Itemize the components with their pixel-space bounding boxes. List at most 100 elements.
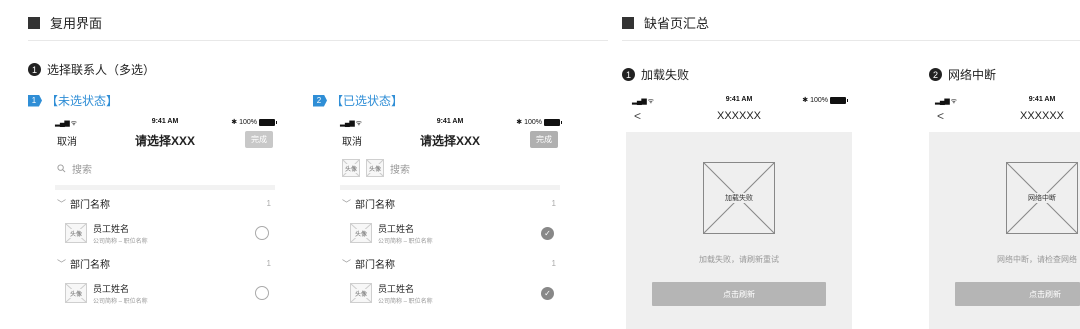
section-divider bbox=[28, 40, 608, 41]
status-bar: ▂▄▆ ᯤ 9:41 AM bbox=[935, 95, 1080, 107]
phone-unselected: ▂▄▆ ᯤ 9:41 AM ✱ 100% 取消 请选择XXX 完成 搜索 ﹀ 部… bbox=[55, 117, 277, 329]
group-row[interactable]: ﹀ 部门名称 1 bbox=[340, 250, 560, 276]
refresh-button[interactable]: 点击刷新 bbox=[955, 282, 1080, 306]
check-icon[interactable]: ✓ bbox=[541, 226, 554, 240]
battery-status: ✱ 100% bbox=[231, 118, 277, 126]
avatar: 头像 bbox=[350, 283, 372, 303]
state-label-selected: 2 【已选状态】 bbox=[313, 92, 403, 109]
cancel-button[interactable]: 取消 bbox=[342, 133, 362, 148]
selected-avatar-chip[interactable]: 头像 bbox=[342, 159, 360, 177]
group-name: 部门名称 bbox=[355, 199, 396, 211]
search-icon bbox=[57, 163, 66, 172]
status-bar: ▂▄▆ ᯤ 9:41 AM ✱ 100% bbox=[632, 95, 848, 107]
state-number: 2 bbox=[313, 94, 327, 107]
section-marker bbox=[622, 16, 634, 29]
avatar: 头像 bbox=[65, 223, 87, 243]
employee-subtitle: 公司简称 – 职位名称 bbox=[378, 238, 433, 245]
nav-title: 请选择XXX bbox=[134, 134, 196, 148]
done-button[interactable]: 完成 bbox=[245, 131, 273, 148]
nav-title: 请选择XXX bbox=[419, 134, 481, 148]
default-title: 加载失败 bbox=[641, 68, 690, 82]
step-title: 选择联系人（多选） bbox=[47, 63, 156, 77]
section-reuse-title: 复用界面 bbox=[50, 16, 103, 31]
error-illustration-label: 加载失败 bbox=[723, 193, 755, 203]
selected-avatar-chip[interactable]: 头像 bbox=[366, 159, 384, 177]
employee-name: 员工姓名 bbox=[93, 283, 130, 294]
nav-title: XXXXXX bbox=[1019, 110, 1065, 122]
select-radio[interactable] bbox=[255, 226, 269, 240]
step-number: 2 bbox=[929, 68, 942, 81]
back-arrow-icon[interactable]: < bbox=[937, 109, 944, 123]
avatar: 头像 bbox=[350, 223, 372, 243]
default-heading-load-failed: 1 加载失败 bbox=[622, 66, 689, 83]
employee-name: 员工姓名 bbox=[378, 223, 415, 234]
status-time: 9:41 AM bbox=[151, 118, 179, 125]
section-marker bbox=[28, 16, 40, 29]
error-illustration: 加载失败 bbox=[703, 162, 775, 234]
signal-icon: ▂▄▆ ᯤ bbox=[340, 120, 362, 127]
status-bar: ▂▄▆ ᯤ 9:41 AM ✱ 100% bbox=[340, 117, 562, 129]
search-placeholder: 搜索 bbox=[72, 164, 92, 176]
chevron-down-icon: ﹀ bbox=[342, 258, 352, 269]
error-illustration-label: 网络中断 bbox=[1026, 193, 1058, 203]
nav-bar: < XXXXXX bbox=[626, 107, 852, 129]
default-title: 网络中断 bbox=[948, 68, 997, 82]
nav-bar: 取消 请选择XXX 完成 bbox=[55, 129, 275, 151]
section-reuse-header: 复用界面 bbox=[28, 13, 102, 32]
section-defaults-title: 缺省页汇总 bbox=[644, 16, 710, 31]
chevron-down-icon: ﹀ bbox=[57, 198, 67, 209]
done-button[interactable]: 完成 bbox=[530, 131, 558, 148]
avatar: 头像 bbox=[65, 283, 87, 303]
error-message: 加载失败，请刷新重试 bbox=[699, 255, 779, 264]
step-number: 1 bbox=[28, 63, 41, 76]
battery-icon bbox=[259, 118, 277, 126]
group-count: 1 bbox=[266, 258, 271, 268]
error-message: 网络中断，请检查网络 bbox=[997, 255, 1077, 264]
employee-row[interactable]: 头像 员工姓名 公司简称 – 职位名称 bbox=[55, 216, 275, 250]
select-radio[interactable] bbox=[255, 286, 269, 300]
check-icon[interactable]: ✓ bbox=[541, 286, 554, 300]
section-defaults-header: 缺省页汇总 bbox=[622, 13, 709, 32]
status-time: 9:41 AM bbox=[725, 96, 753, 103]
section-divider bbox=[622, 40, 1080, 41]
employee-row[interactable]: 头像 员工姓名 公司简称 – 职位名称 ✓ bbox=[340, 216, 560, 250]
nav-title: XXXXXX bbox=[716, 110, 762, 122]
employee-subtitle: 公司简称 – 职位名称 bbox=[93, 298, 148, 305]
state-label-unselected: 1 【未选状态】 bbox=[28, 92, 118, 109]
search-input[interactable]: 搜索 bbox=[55, 151, 275, 185]
signal-icon: ▂▄▆ ᯤ bbox=[632, 98, 654, 105]
back-arrow-icon[interactable]: < bbox=[634, 109, 641, 123]
state-title: 【未选状态】 bbox=[46, 94, 119, 108]
search-placeholder: 搜索 bbox=[390, 164, 410, 176]
group-name: 部门名称 bbox=[70, 259, 111, 271]
error-illustration: 网络中断 bbox=[1006, 162, 1078, 234]
group-count: 1 bbox=[266, 198, 271, 208]
chevron-down-icon: ﹀ bbox=[342, 198, 352, 209]
employee-name: 员工姓名 bbox=[93, 223, 130, 234]
group-row[interactable]: ﹀ 部门名称 1 bbox=[55, 190, 275, 216]
group-row[interactable]: ﹀ 部门名称 1 bbox=[55, 250, 275, 276]
signal-icon: ▂▄▆ ᯤ bbox=[55, 120, 77, 127]
status-bar: ▂▄▆ ᯤ 9:41 AM ✱ 100% bbox=[55, 117, 277, 129]
step-heading: 1 选择联系人（多选） bbox=[28, 61, 155, 78]
default-heading-network-error: 2 网络中断 bbox=[929, 66, 996, 83]
signal-icon: ▂▄▆ ᯤ bbox=[935, 98, 957, 105]
status-time: 9:41 AM bbox=[436, 118, 464, 125]
status-time: 9:41 AM bbox=[1028, 96, 1056, 103]
employee-row[interactable]: 头像 员工姓名 公司简称 – 职位名称 ✓ bbox=[340, 276, 560, 310]
employee-row[interactable]: 头像 员工姓名 公司简称 – 职位名称 bbox=[55, 276, 275, 310]
search-input[interactable]: 头像 头像 搜索 bbox=[340, 151, 560, 185]
battery-status: ✱ 100% bbox=[516, 118, 562, 126]
group-row[interactable]: ﹀ 部门名称 1 bbox=[340, 190, 560, 216]
chevron-down-icon: ﹀ bbox=[57, 258, 67, 269]
battery-icon bbox=[544, 118, 562, 126]
employee-subtitle: 公司简称 – 职位名称 bbox=[378, 298, 433, 305]
group-count: 1 bbox=[551, 258, 556, 268]
employee-name: 员工姓名 bbox=[378, 283, 415, 294]
group-name: 部门名称 bbox=[70, 199, 111, 211]
group-count: 1 bbox=[551, 198, 556, 208]
state-title: 【已选状态】 bbox=[331, 94, 404, 108]
battery-status: ✱ 100% bbox=[802, 96, 848, 104]
refresh-button[interactable]: 点击刷新 bbox=[652, 282, 826, 306]
cancel-button[interactable]: 取消 bbox=[57, 133, 77, 148]
